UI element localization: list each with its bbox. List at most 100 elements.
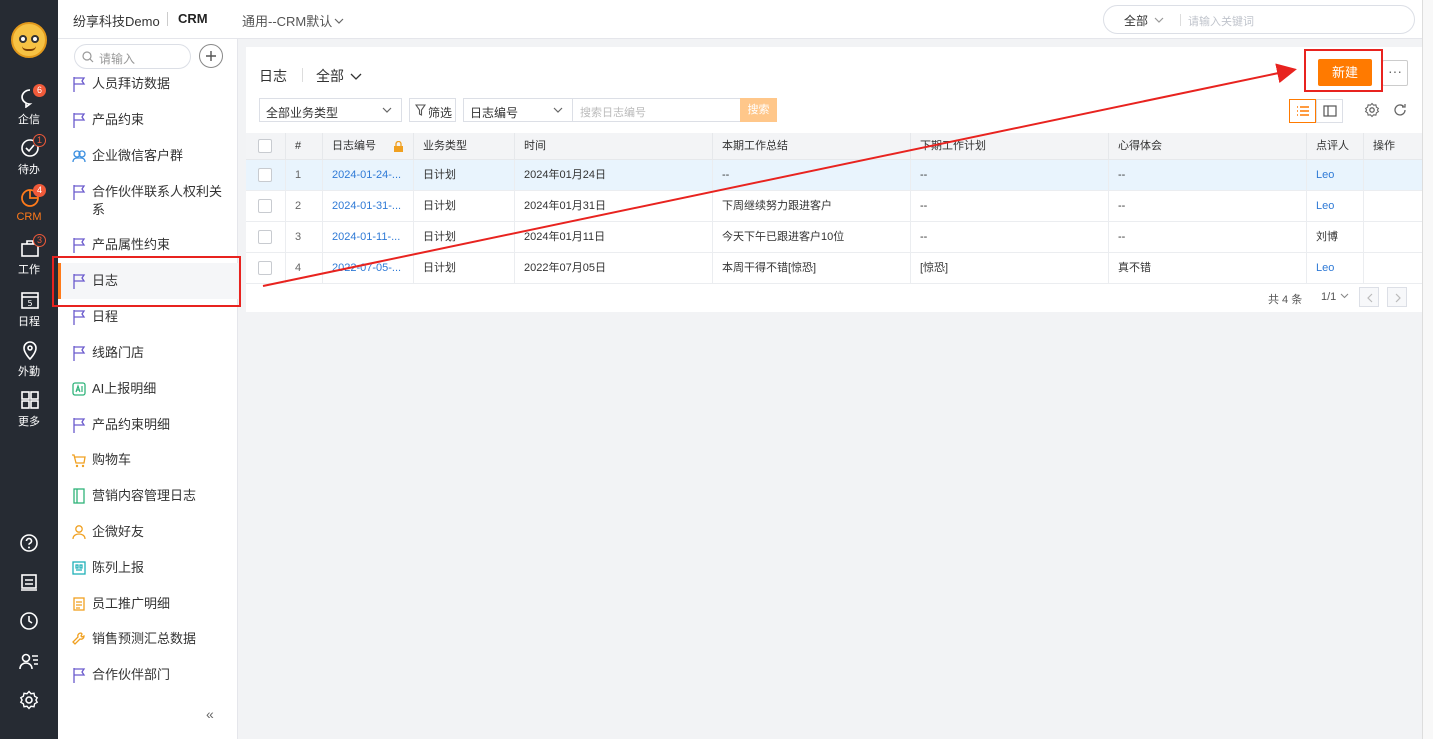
- filter-button[interactable]: 筛选: [409, 98, 456, 122]
- view-select[interactable]: 全部: [316, 66, 362, 86]
- scope-dropdown[interactable]: 通用--CRM默认: [242, 11, 344, 30]
- settings-gear-icon[interactable]: [1364, 102, 1380, 118]
- insight-cell: --: [1109, 191, 1307, 222]
- sidebar-item-partner-dept[interactable]: 合作伙伴部门: [58, 666, 238, 684]
- table-row[interactable]: 1 2024-01-24-... 日计划 2024年01月24日 -- -- -…: [246, 160, 1422, 191]
- sidebar-item-marketing-log[interactable]: 营销内容管理日志: [58, 487, 238, 505]
- sidebar-search-input[interactable]: 请输入: [74, 44, 191, 69]
- row-checkbox[interactable]: [258, 168, 272, 182]
- rail-item-field[interactable]: 外勤: [0, 336, 58, 382]
- table-row[interactable]: 4 2022-07-05-... 日计划 2022年07月05日 本周干得不错[…: [246, 253, 1422, 284]
- sidebar-item-staff-promo[interactable]: 员工推广明细: [58, 595, 238, 613]
- sidebar-item-product-constraint[interactable]: 产品约束: [58, 111, 238, 129]
- business-type-cell: 日计划: [414, 160, 515, 191]
- split-panel-icon: [1323, 105, 1337, 117]
- column-header: 操作: [1373, 140, 1395, 152]
- global-search-input[interactable]: 请输入关键词: [1188, 13, 1254, 29]
- sidebar-item-label: 人员拜访数据: [92, 76, 171, 91]
- rail-item-label: 日程: [18, 316, 40, 328]
- column-header-code[interactable]: 日志编号: [323, 133, 414, 160]
- help-icon[interactable]: [19, 533, 39, 553]
- search-field-select[interactable]: 日志编号: [463, 98, 573, 122]
- sidebar-item-wecom-group[interactable]: 企业微信客户群: [58, 147, 238, 165]
- journal-code-link[interactable]: 2024-01-24-...: [323, 160, 414, 191]
- column-header[interactable]: 本期工作总结: [713, 133, 911, 160]
- sidebar-item-display-report[interactable]: 陈列上报: [58, 559, 238, 577]
- column-header[interactable]: 时间: [515, 133, 713, 160]
- column-header[interactable]: 业务类型: [414, 133, 515, 160]
- sidebar-item-sales-forecast[interactable]: 销售预测汇总数据: [58, 630, 238, 648]
- sidebar-item-visit-data[interactable]: 人员拜访数据: [58, 75, 238, 93]
- rail-item-messages[interactable]: 6 企信: [0, 84, 58, 130]
- settings-gear-icon[interactable]: [19, 690, 39, 710]
- sidebar-item-product-constraint-detail[interactable]: 产品约束明细: [58, 416, 238, 434]
- sidebar-item-label: AI上报明细: [92, 381, 157, 396]
- sidebar-item-product-attr-constraint[interactable]: 产品属性约束: [58, 236, 238, 254]
- row-checkbox[interactable]: [258, 261, 272, 275]
- sidebar-item-schedule[interactable]: 日程: [58, 308, 238, 326]
- report-icon[interactable]: [19, 572, 39, 592]
- column-header[interactable]: 下期工作计划: [911, 133, 1109, 160]
- journal-code-link[interactable]: 2024-01-11-...: [323, 222, 414, 253]
- reviewer-link[interactable]: Leo: [1307, 191, 1364, 222]
- page-select[interactable]: 1/1: [1321, 291, 1349, 303]
- row-checkbox[interactable]: [258, 199, 272, 213]
- column-header[interactable]: 点评人: [1307, 133, 1364, 160]
- reviewer-link[interactable]: Leo: [1307, 160, 1364, 191]
- search-button[interactable]: 搜索: [740, 98, 777, 122]
- row-checkbox[interactable]: [258, 230, 272, 244]
- reviewer-link[interactable]: Leo: [1307, 253, 1364, 284]
- sidebar-item-route-store[interactable]: 线路门店: [58, 344, 238, 362]
- rail-item-work[interactable]: 3 工作: [0, 234, 58, 280]
- rail-item-todo[interactable]: 1 待办: [0, 134, 58, 180]
- rail-item-label: 更多: [18, 416, 40, 428]
- sidebar-item-label: 营销内容管理日志: [92, 488, 197, 503]
- list-view-button[interactable]: [1289, 99, 1316, 123]
- table-header: # 日志编号 业务类型 时间 本期工作总结 下期工作计划 心得体会 点评人 操作: [246, 133, 1422, 160]
- clock-icon[interactable]: [19, 611, 39, 631]
- sidebar-item-ai-report[interactable]: AI上报明细: [58, 380, 238, 398]
- rail-item-schedule[interactable]: 5 日程: [0, 286, 58, 332]
- doc-icon: [73, 597, 85, 611]
- rail-item-more[interactable]: 更多: [0, 386, 58, 432]
- split-view-button[interactable]: [1316, 99, 1343, 123]
- sidebar-item-label: 企微好友: [92, 524, 145, 539]
- time-cell: 2024年01月11日: [515, 222, 713, 253]
- table-row[interactable]: 2 2024-01-31-... 日计划 2024年01月31日 下周继续努力跟…: [246, 191, 1422, 222]
- select-all-checkbox[interactable]: [258, 139, 272, 153]
- journal-code-link[interactable]: 2024-01-31-...: [323, 191, 414, 222]
- sidebar-item-partner-contact-rights[interactable]: 合作伙伴联系人权利关系: [58, 183, 238, 219]
- person-icon: [72, 525, 86, 540]
- sidebar-item-wecom-friend[interactable]: 企微好友: [58, 523, 238, 541]
- global-search[interactable]: 全部 请输入关键词: [1103, 5, 1415, 34]
- add-object-button[interactable]: [199, 44, 223, 68]
- collapse-sidebar-icon[interactable]: «: [206, 706, 214, 722]
- journal-code-link[interactable]: 2022-07-05-...: [323, 253, 414, 284]
- select-all-cell: [246, 133, 286, 160]
- new-button[interactable]: 新建: [1318, 59, 1372, 86]
- flag-icon: [73, 668, 86, 683]
- rail-item-crm[interactable]: 4 CRM: [0, 184, 58, 230]
- column-header[interactable]: 心得体会: [1109, 133, 1307, 160]
- actions-cell: [1364, 191, 1422, 222]
- sidebar-item-label: 购物车: [92, 452, 132, 467]
- table-row[interactable]: 3 2024-01-11-... 日计划 2024年01月11日 今天下午已跟进…: [246, 222, 1422, 253]
- journal-search-input[interactable]: 搜索日志编号: [572, 98, 742, 122]
- contacts-icon[interactable]: [19, 651, 39, 671]
- divider: [1180, 14, 1181, 26]
- row-index: 1: [286, 160, 323, 191]
- cart-icon: [72, 454, 86, 468]
- more-actions-button[interactable]: ···: [1382, 60, 1408, 86]
- refresh-icon[interactable]: [1392, 102, 1408, 118]
- next-page-button[interactable]: [1387, 287, 1407, 307]
- chevron-down-icon: [334, 18, 344, 24]
- search-scope-select[interactable]: 全部: [1124, 12, 1164, 29]
- search-icon: [82, 51, 94, 63]
- funnel-icon: [415, 104, 426, 116]
- rail-item-label: 工作: [18, 264, 40, 276]
- prev-page-button[interactable]: [1359, 287, 1379, 307]
- avatar[interactable]: [11, 22, 47, 58]
- business-type-select[interactable]: 全部业务类型: [259, 98, 402, 122]
- sidebar-item-cart[interactable]: 购物车: [58, 451, 238, 469]
- sidebar-item-journal[interactable]: 日志: [58, 263, 238, 299]
